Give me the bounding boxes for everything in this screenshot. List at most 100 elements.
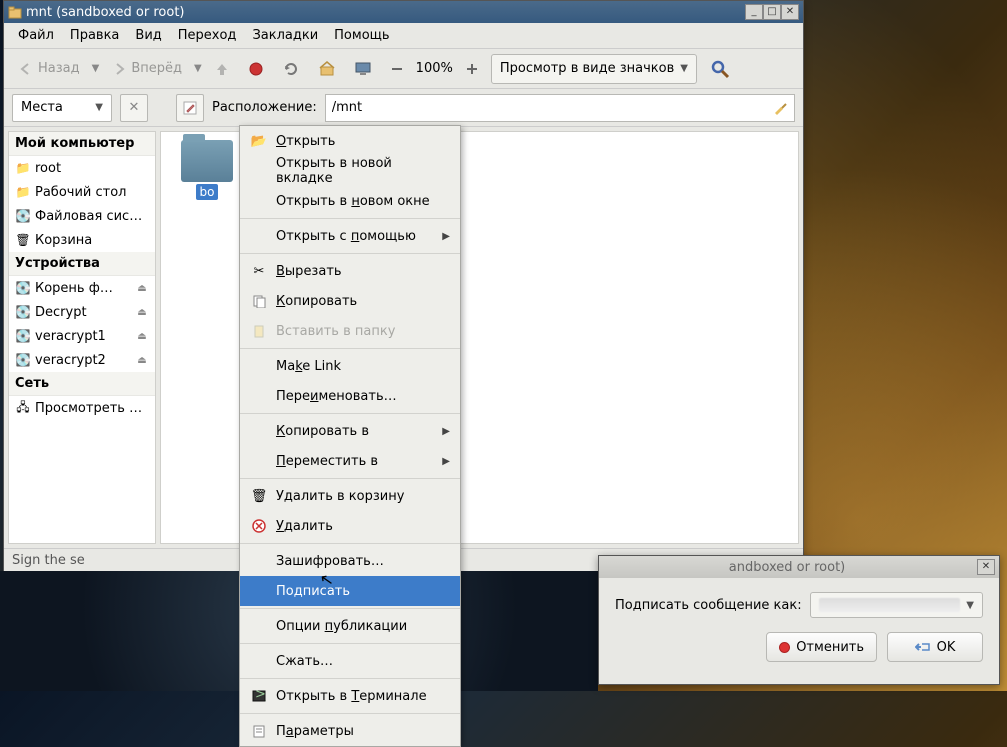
ok-arrow-icon	[915, 641, 931, 653]
search-button[interactable]	[703, 55, 737, 83]
stop-button[interactable]	[242, 55, 270, 83]
stop-icon	[248, 61, 264, 77]
plus-icon	[465, 62, 479, 76]
sidebar-item-root[interactable]: 📁root	[9, 156, 155, 180]
pencil-icon	[182, 100, 198, 116]
separator	[240, 253, 460, 254]
file-item[interactable]: bo	[181, 140, 233, 200]
separator	[240, 643, 460, 644]
network-icon: 🖧	[15, 400, 31, 416]
back-button[interactable]: Назад	[12, 55, 86, 83]
arrow-right-icon: ▶	[442, 426, 450, 437]
sidebar-item-browse-network[interactable]: 🖧Просмотреть …	[9, 396, 155, 420]
copy-icon	[250, 292, 268, 310]
menu-edit[interactable]: Правка	[62, 24, 127, 47]
ctx-publish[interactable]: Опции публикации	[240, 611, 460, 641]
arrow-right-icon: ▶	[442, 231, 450, 242]
minimize-button[interactable]: _	[745, 4, 763, 20]
menu-file[interactable]: Файл	[10, 24, 62, 47]
window-title: mnt (sandboxed or root)	[26, 5, 741, 20]
separator	[240, 713, 460, 714]
view-mode-select[interactable]: Просмотр в виде значков ▼	[491, 54, 697, 84]
eject-icon[interactable]: ⏏	[135, 305, 149, 319]
scissors-icon: ✂	[250, 262, 268, 280]
dialog-titlebar[interactable]: andboxed or root) ✕	[599, 556, 999, 578]
ctx-move-to[interactable]: Переместить в▶	[240, 446, 460, 476]
zoom-in-button[interactable]	[459, 55, 485, 83]
ctx-open[interactable]: 📂ООткрытьткрыть	[240, 126, 460, 156]
close-panel-button[interactable]: ✕	[120, 94, 148, 122]
places-select[interactable]: Места ▼	[12, 94, 112, 122]
sidebar-group-network: Сеть	[9, 372, 155, 396]
drive-icon: 💽	[15, 352, 31, 368]
minus-icon	[390, 62, 404, 76]
zoom-out-button[interactable]	[384, 55, 410, 83]
back-caret[interactable]: ▼	[92, 63, 100, 74]
close-button[interactable]: ✕	[781, 4, 799, 20]
sidebar-group-computer: Мой компьютер	[9, 132, 155, 156]
sidebar-item-trash[interactable]: 🗑Корзина	[9, 228, 155, 252]
sidebar-item-desktop[interactable]: 📁Рабочий стол	[9, 180, 155, 204]
ctx-make-link[interactable]: Make Link	[240, 351, 460, 381]
close-icon: ✕	[129, 100, 140, 115]
titlebar[interactable]: mnt (sandboxed or root) _ □ ✕	[4, 1, 803, 23]
identity-select[interactable]: ▼	[810, 592, 983, 618]
location-input[interactable]	[332, 100, 772, 115]
forward-button[interactable]: Вперёд	[105, 55, 188, 83]
ctx-sign[interactable]: Подписать	[240, 576, 460, 606]
caret-down-icon: ▼	[966, 600, 974, 611]
computer-icon	[354, 60, 372, 78]
ctx-terminal[interactable]: >_Открыть в Терминале	[240, 681, 460, 711]
ctx-copy-to[interactable]: Копировать в▶	[240, 416, 460, 446]
menu-bookmarks[interactable]: Закладки	[244, 24, 326, 47]
folder-icon: 📁	[15, 184, 31, 200]
dialog-label: Подписать сообщение как:	[615, 598, 802, 613]
sidebar-item-rootfs[interactable]: 💽Корень ф…⏏	[9, 276, 155, 300]
maximize-button[interactable]: □	[763, 4, 781, 20]
ctx-trash[interactable]: 🗑Удалить в корзину	[240, 481, 460, 511]
eject-icon[interactable]: ⏏	[135, 329, 149, 343]
ctx-paste: Вставить в папку	[240, 316, 460, 346]
arrow-left-icon	[18, 61, 34, 77]
ctx-copy[interactable]: Копировать	[240, 286, 460, 316]
ctx-open-tab[interactable]: Открыть в новой вкладке	[240, 156, 460, 186]
ctx-open-with[interactable]: Открыть с помощью▶	[240, 221, 460, 251]
sidebar-item-veracrypt2[interactable]: 💽veracrypt2⏏	[9, 348, 155, 372]
ctx-delete[interactable]: Удалить	[240, 511, 460, 541]
cancel-button[interactable]: Отменить	[766, 632, 877, 662]
menu-go[interactable]: Переход	[170, 24, 245, 47]
zoom-level: 100%	[416, 61, 453, 76]
forward-caret[interactable]: ▼	[194, 63, 202, 74]
sidebar-item-filesystem[interactable]: 💽Файловая сис…	[9, 204, 155, 228]
separator	[240, 478, 460, 479]
sidebar-item-veracrypt1[interactable]: 💽veracrypt1⏏	[9, 324, 155, 348]
reload-button[interactable]	[276, 55, 306, 83]
eject-icon[interactable]: ⏏	[135, 281, 149, 295]
edit-location-button[interactable]	[176, 94, 204, 122]
separator	[240, 608, 460, 609]
eject-icon[interactable]: ⏏	[135, 353, 149, 367]
folder-icon: 📁	[15, 160, 31, 176]
identity-value	[819, 598, 961, 612]
ctx-properties[interactable]: Параметры	[240, 716, 460, 746]
ctx-open-window[interactable]: Открыть в новом окне	[240, 186, 460, 216]
paste-icon	[250, 322, 268, 340]
ok-button[interactable]: OK	[887, 632, 983, 662]
dialog-close-button[interactable]: ✕	[977, 559, 995, 575]
ctx-encrypt[interactable]: Зашифровать…	[240, 546, 460, 576]
ctx-rename[interactable]: Переименовать…	[240, 381, 460, 411]
location-label: Расположение:	[212, 100, 317, 115]
ctx-compress[interactable]: Сжать…	[240, 646, 460, 676]
ctx-cut[interactable]: ✂Вырезать	[240, 256, 460, 286]
up-button[interactable]	[208, 55, 236, 83]
menu-view[interactable]: Вид	[127, 24, 169, 47]
menu-help[interactable]: Помощь	[326, 24, 397, 47]
home-button[interactable]	[312, 55, 342, 83]
separator	[240, 348, 460, 349]
computer-button[interactable]	[348, 55, 378, 83]
arrow-right-icon: ▶	[442, 456, 450, 467]
sidebar-item-decrypt[interactable]: 💽Decrypt⏏	[9, 300, 155, 324]
arrow-right-icon	[111, 61, 127, 77]
file-label: bo	[196, 184, 219, 200]
broom-icon[interactable]	[772, 100, 788, 116]
